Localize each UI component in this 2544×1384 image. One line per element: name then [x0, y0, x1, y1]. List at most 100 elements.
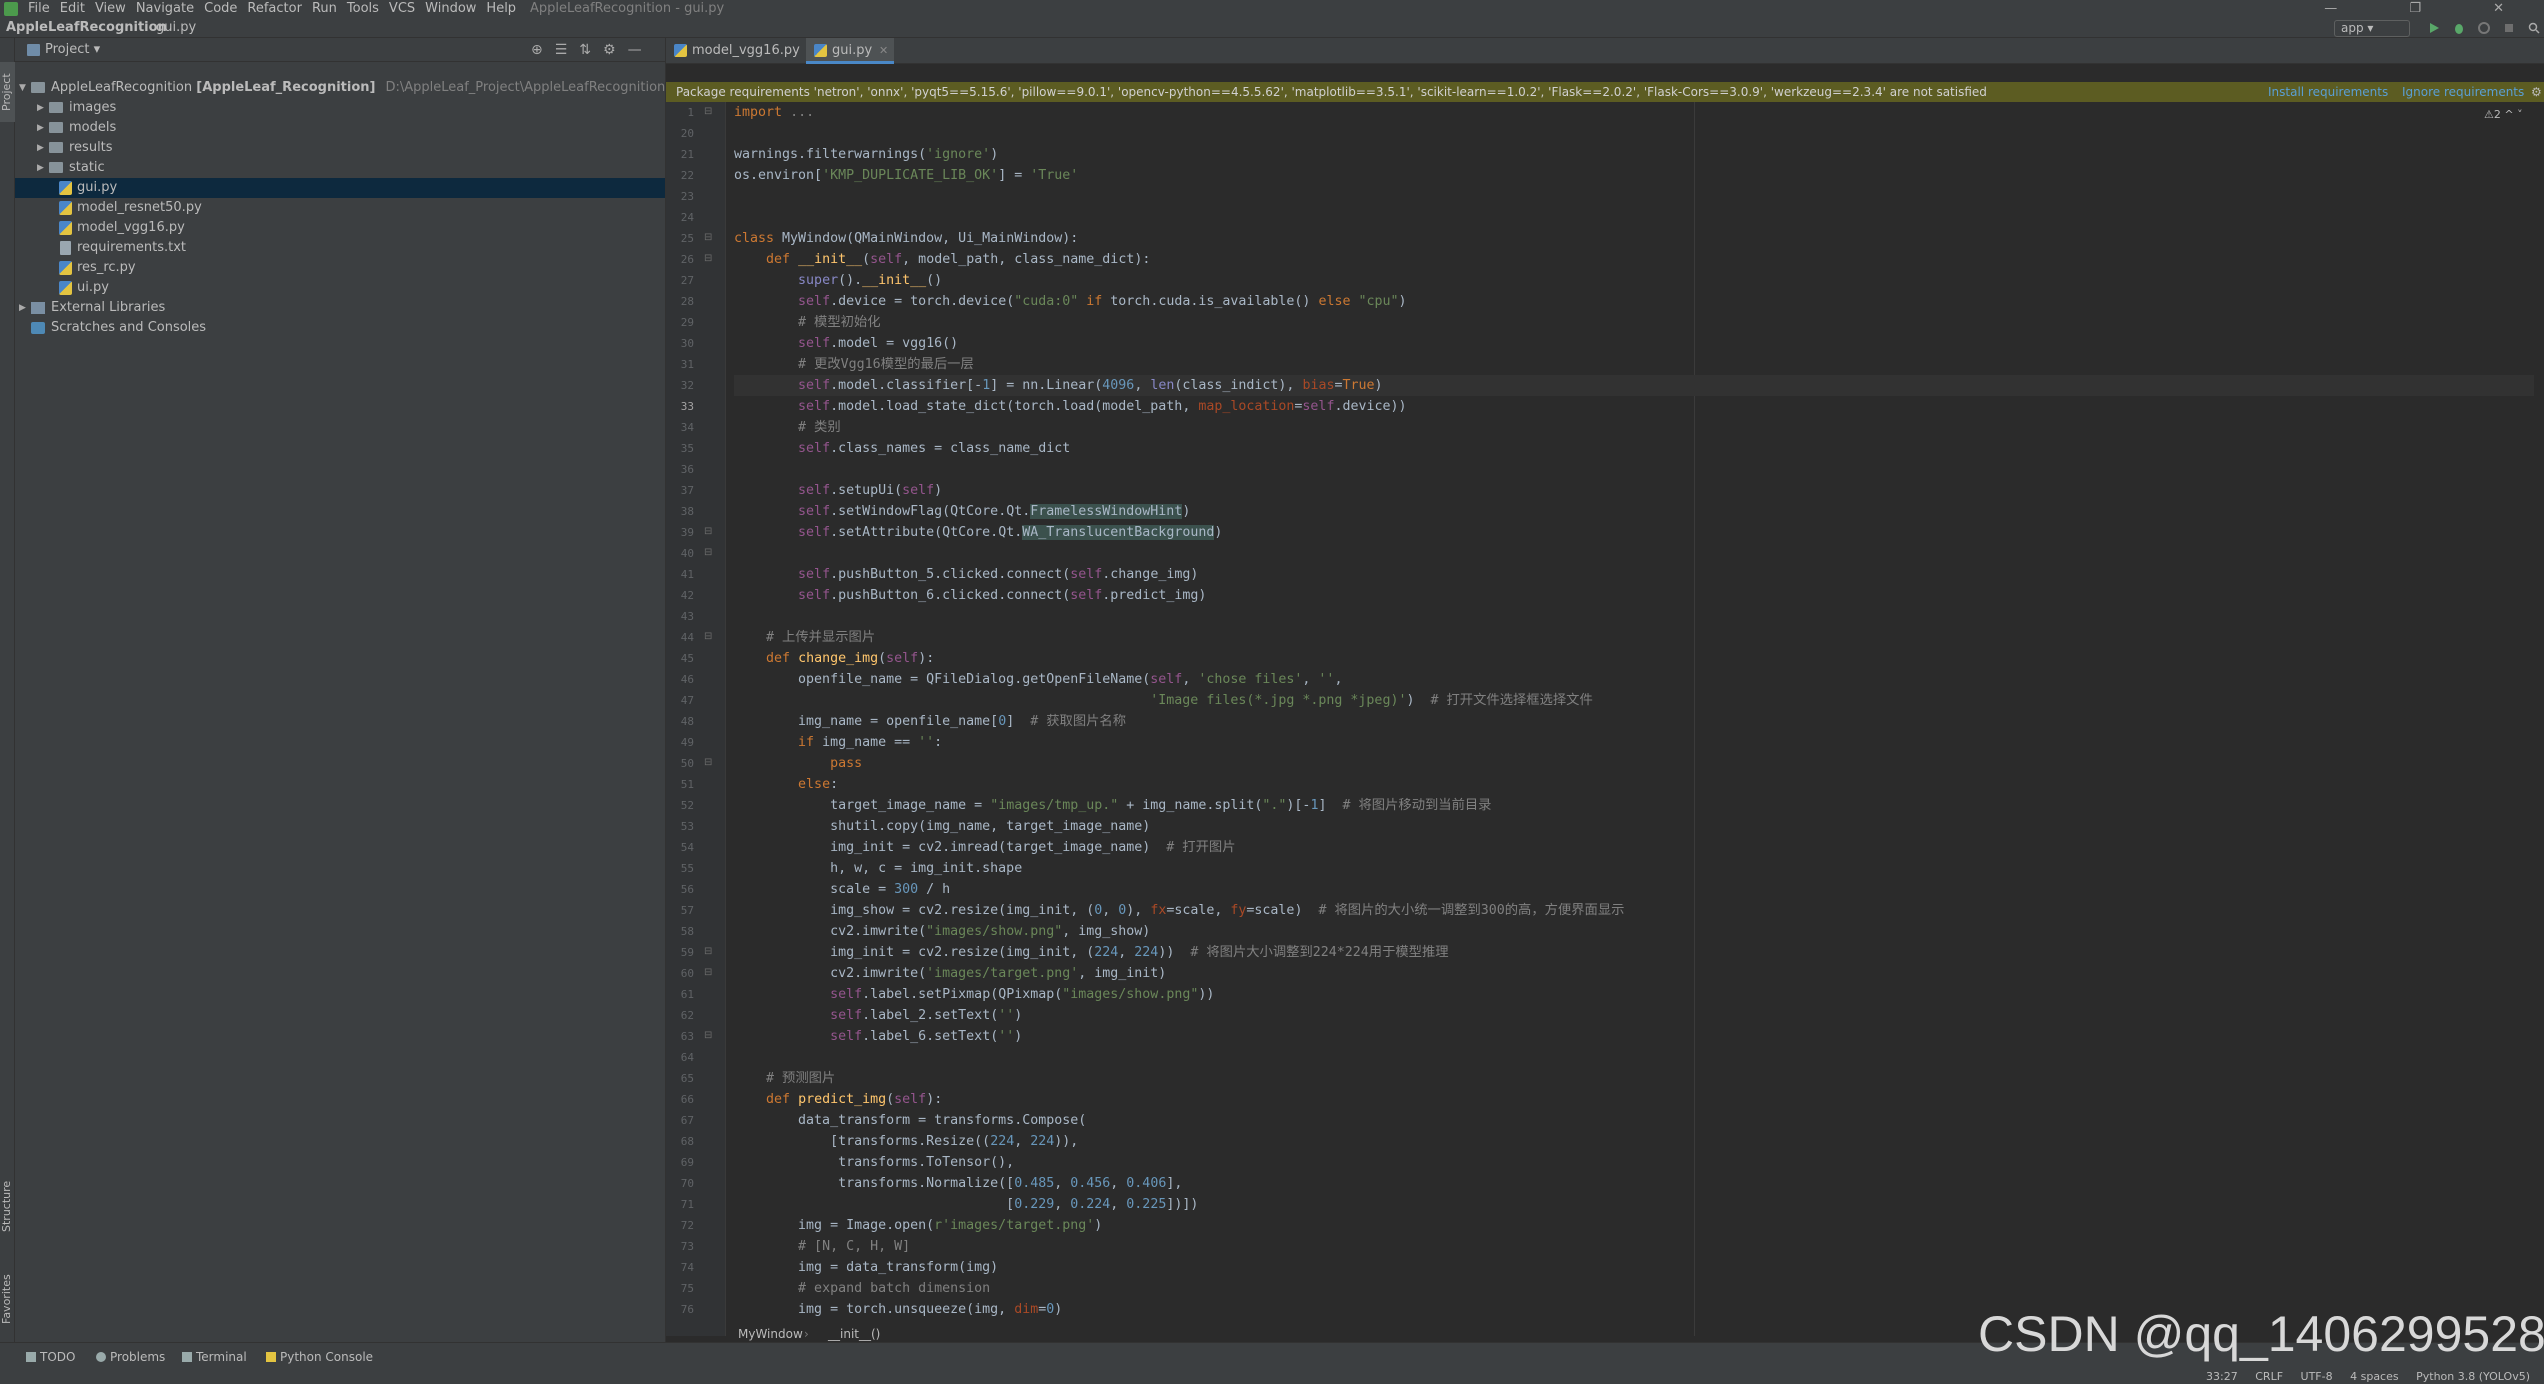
terminal-tool-button[interactable]: Terminal: [182, 1343, 247, 1371]
line-number: 48: [680, 715, 694, 728]
menu-code[interactable]: Code: [204, 1, 237, 16]
favorites-tool-tab[interactable]: Favorites: [0, 1264, 15, 1334]
breadcrumb-class[interactable]: MyWindow: [738, 1326, 803, 1342]
tree-file-ui[interactable]: ui.py: [15, 278, 665, 298]
tree-file-requirements[interactable]: requirements.txt: [15, 238, 665, 258]
todo-tool-button[interactable]: TODO: [26, 1343, 75, 1371]
code-line: [transforms.Resize((224, 224)),: [734, 1134, 1079, 1149]
python-interpreter[interactable]: Python 3.8 (YOLOv5): [2416, 1370, 2530, 1383]
tree-file-gui[interactable]: gui.py: [15, 178, 665, 198]
menu-view[interactable]: View: [95, 1, 126, 16]
tree-folder-results[interactable]: ▶ results: [15, 138, 665, 158]
tab-gui[interactable]: gui.py ✕: [806, 38, 895, 64]
code-line: # 上传并显示图片: [766, 630, 876, 645]
fold-marker-icon[interactable]: ⊟: [704, 526, 712, 537]
watermark: CSDN @qq_1406299528: [1978, 1306, 2544, 1362]
tree-file-model-vgg16[interactable]: model_vgg16.py: [15, 218, 665, 238]
project-panel: Project ▾ ⊕☰⇅⚙— ▼ AppleLeafRecognition […: [15, 38, 665, 1342]
run-icon[interactable]: [2428, 22, 2440, 34]
notice-text: Package requirements 'netron', 'onnx', '…: [676, 85, 1987, 99]
line-number: 58: [680, 925, 694, 938]
file-encoding[interactable]: UTF-8: [2301, 1370, 2333, 1383]
ignore-requirements-link[interactable]: Ignore requirements: [2402, 82, 2524, 102]
folder-icon: [49, 142, 63, 153]
structure-tool-tab[interactable]: Structure: [0, 1168, 15, 1244]
menu-help[interactable]: Help: [486, 1, 516, 16]
file-label: gui.py: [77, 180, 118, 195]
external-libraries-label: External Libraries: [51, 300, 166, 315]
chevron-down-icon[interactable]: ▼: [19, 78, 26, 98]
run-config-dropdown[interactable]: app ▾: [2334, 20, 2410, 37]
project-tool-tab[interactable]: Project: [0, 62, 15, 122]
code-line: img_name = openfile_name[0] # 获取图片名称: [734, 714, 1127, 729]
close-icon[interactable]: ✕: [879, 38, 888, 64]
line-number: 31: [680, 358, 694, 371]
menu-edit[interactable]: Edit: [60, 1, 85, 16]
line-separator[interactable]: CRLF: [2255, 1370, 2283, 1383]
menu-file[interactable]: File: [28, 1, 50, 16]
chevron-right-icon[interactable]: ▶: [37, 98, 44, 118]
coverage-icon[interactable]: [2478, 22, 2490, 34]
line-number: 44: [680, 631, 694, 644]
line-number: 75: [680, 1282, 694, 1295]
fold-marker-icon[interactable]: ⊟: [704, 1030, 712, 1041]
tree-folder-images[interactable]: ▶ images: [15, 98, 665, 118]
debug-icon[interactable]: [2453, 22, 2465, 34]
text-file-icon: [60, 241, 71, 255]
tree-external-libraries[interactable]: ▶ External Libraries: [15, 298, 665, 318]
python-file-icon: [59, 221, 72, 235]
chevron-right-icon[interactable]: ▶: [37, 158, 44, 178]
chevron-right-icon[interactable]: ▶: [37, 138, 44, 158]
menu-window[interactable]: Window: [425, 1, 476, 16]
code-line: transforms.Normalize([0.485, 0.456, 0.40…: [734, 1176, 1183, 1191]
tree-root[interactable]: ▼ AppleLeafRecognition [AppleLeaf_Recogn…: [15, 78, 665, 98]
code-line: h, w, c = img_init.shape: [734, 861, 1023, 876]
fold-marker-icon[interactable]: ⊟: [704, 547, 712, 558]
pycharm-app-icon: [4, 2, 18, 16]
stop-icon[interactable]: [2503, 22, 2515, 34]
code-line: img_show = cv2.resize(img_init, (0, 0), …: [734, 903, 1625, 918]
breadcrumb-project[interactable]: AppleLeafRecognition: [6, 18, 167, 38]
code-view[interactable]: import ... warnings.filterwarnings('igno…: [734, 102, 2534, 1336]
code-line: self.label_6.setText(''): [830, 1029, 1023, 1044]
tree-file-res-rc[interactable]: res_rc.py: [15, 258, 665, 278]
tab-model-vgg16[interactable]: model_vgg16.py✕: [666, 38, 822, 64]
menu-tools[interactable]: Tools: [347, 1, 379, 16]
caret-position[interactable]: 33:27: [2206, 1370, 2238, 1383]
fold-marker-icon[interactable]: ⊟: [704, 967, 712, 978]
fold-marker-icon[interactable]: ⊟: [704, 232, 712, 243]
line-number: 60: [680, 967, 694, 980]
project-panel-toolbar[interactable]: ⊕☰⇅⚙—: [531, 38, 654, 62]
menu-vcs[interactable]: VCS: [389, 1, 415, 16]
gear-icon[interactable]: ⚙: [2531, 82, 2542, 102]
breadcrumb-method[interactable]: __init__(): [828, 1326, 880, 1342]
menu-refactor[interactable]: Refactor: [247, 1, 302, 16]
tree-scratches[interactable]: Scratches and Consoles: [15, 318, 665, 338]
python-console-tool-button[interactable]: Python Console: [266, 1343, 373, 1371]
line-number: 23: [680, 190, 694, 203]
install-requirements-link[interactable]: Install requirements: [2268, 82, 2388, 102]
problems-tool-button[interactable]: Problems: [96, 1343, 165, 1371]
fold-marker-icon[interactable]: ⊟: [704, 757, 712, 768]
fold-marker-icon[interactable]: ⊟: [704, 631, 712, 642]
menu-run[interactable]: Run: [312, 1, 337, 16]
breadcrumb-file[interactable]: gui.py: [156, 18, 196, 38]
tree-file-model-resnet50[interactable]: model_resnet50.py: [15, 198, 665, 218]
fold-marker-icon[interactable]: ⊟: [704, 106, 712, 117]
fold-marker-icon[interactable]: ⊟: [704, 253, 712, 264]
tree-folder-models[interactable]: ▶ models: [15, 118, 665, 138]
indent-setting[interactable]: 4 spaces: [2350, 1370, 2399, 1383]
tree-folder-static[interactable]: ▶ static: [15, 158, 665, 178]
window-controls[interactable]: — ❐ ✕: [2324, 0, 2538, 18]
chevron-right-icon[interactable]: ▶: [19, 298, 26, 318]
search-icon[interactable]: [2528, 22, 2540, 34]
scratches-icon: [31, 322, 45, 334]
code-line: 'Image files(*.jpg *.png *jpeg)') # 打开文件…: [1150, 693, 1593, 708]
chevron-right-icon[interactable]: ▶: [37, 118, 44, 138]
fold-marker-icon[interactable]: ⊟: [704, 946, 712, 957]
project-view-selector[interactable]: Project ▾: [45, 38, 100, 62]
menu-navigate[interactable]: Navigate: [136, 1, 194, 16]
python-file-icon: [59, 181, 72, 195]
folder-icon: [31, 82, 45, 93]
file-label: res_rc.py: [77, 260, 136, 275]
